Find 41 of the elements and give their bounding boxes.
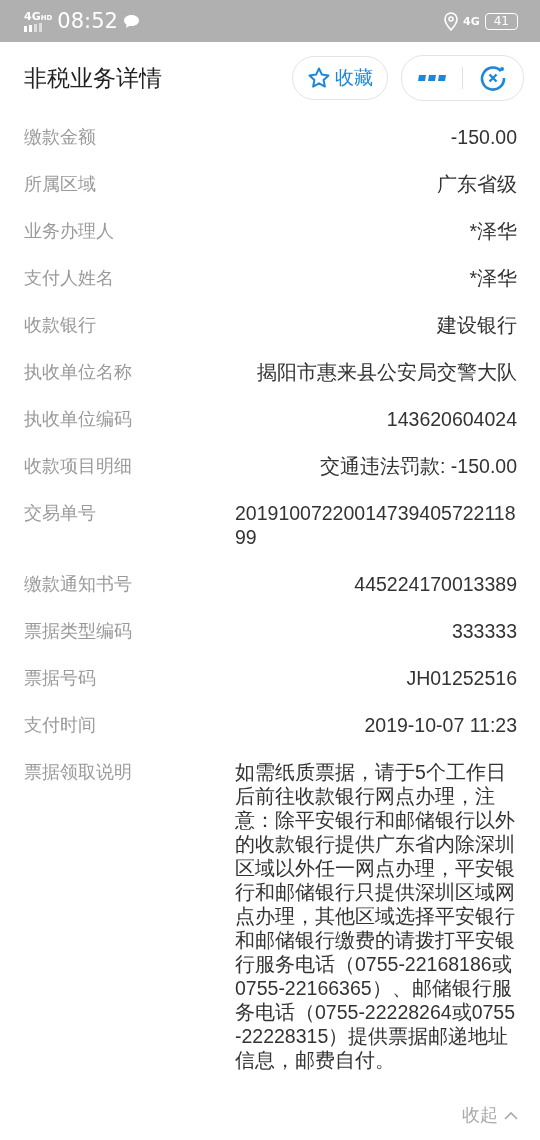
field-label: 交易单号 <box>24 500 96 525</box>
field-label: 票据领取说明 <box>24 759 132 784</box>
field-value: 广东省级 <box>437 171 517 196</box>
collapse-link[interactable]: 收起 <box>462 1103 518 1127</box>
field-value: 143620604024 <box>386 406 517 431</box>
star-icon <box>307 66 331 90</box>
field-value: *泽华 <box>469 218 517 243</box>
field-label: 执收单位名称 <box>24 359 132 384</box>
location-icon <box>444 11 459 31</box>
field-label: 票据号码 <box>24 665 96 690</box>
field-label: 收款银行 <box>24 312 96 337</box>
field-label: 支付时间 <box>24 712 96 737</box>
more-icon <box>418 75 446 81</box>
message-icon <box>122 13 140 29</box>
field-value: 如需纸质票据，请于5个工作日后前往收款银行网点办理，注意：除平安银行和邮储银行以外的收款银行提供广东省内除深圳区域以外任一网点办理，平安银行和邮储银行只提供深圳区域网点办理，其他区域选择平安银行和邮储银行缴费的请拨打平安银行服务电话（0755-22168186或0755-22166365）、邮储银行服务电话（0755-22228264或0755-22228315）提供票据邮递地址信息，邮费自付。 <box>235 759 516 1072</box>
field-label: 票据类型编码 <box>24 618 132 643</box>
field-value: *泽华 <box>469 265 517 290</box>
clock-time: 08:52 <box>57 9 118 33</box>
battery-icon: 41 <box>484 12 518 30</box>
field-label: 业务办理人 <box>24 218 114 243</box>
field-label: 收款项目明细 <box>24 453 132 478</box>
field-value: 445224170013389 <box>354 571 517 596</box>
field-label: 缴款金额 <box>24 124 96 149</box>
field-value: 交通违法罚款: -150.00 <box>320 453 517 478</box>
field-value: 333333 <box>451 618 517 643</box>
field-label: 执收单位编码 <box>24 406 132 431</box>
field-label: 所属区域 <box>24 171 96 196</box>
field-value: 建设银行 <box>437 312 517 337</box>
field-value: 2019-10-07 11:23 <box>364 712 517 737</box>
page-title: 非税业务详情 <box>24 63 163 93</box>
field-label: 支付人姓名 <box>24 265 114 290</box>
field-value: JH01252516 <box>406 665 517 690</box>
field-value: 2019100722001473940572211899 <box>235 500 517 549</box>
field-value: 揭阳市惠来县公安局交警大队 <box>257 359 517 384</box>
close-icon <box>479 64 507 92</box>
field-value: -150.00 <box>450 124 517 149</box>
chevron-up-icon <box>504 1110 518 1120</box>
field-label: 缴款通知书号 <box>24 571 132 596</box>
network-label: 4G <box>24 10 41 23</box>
network-label: 4G <box>463 14 480 28</box>
favorite-button[interactable]: 收藏 <box>292 56 388 100</box>
